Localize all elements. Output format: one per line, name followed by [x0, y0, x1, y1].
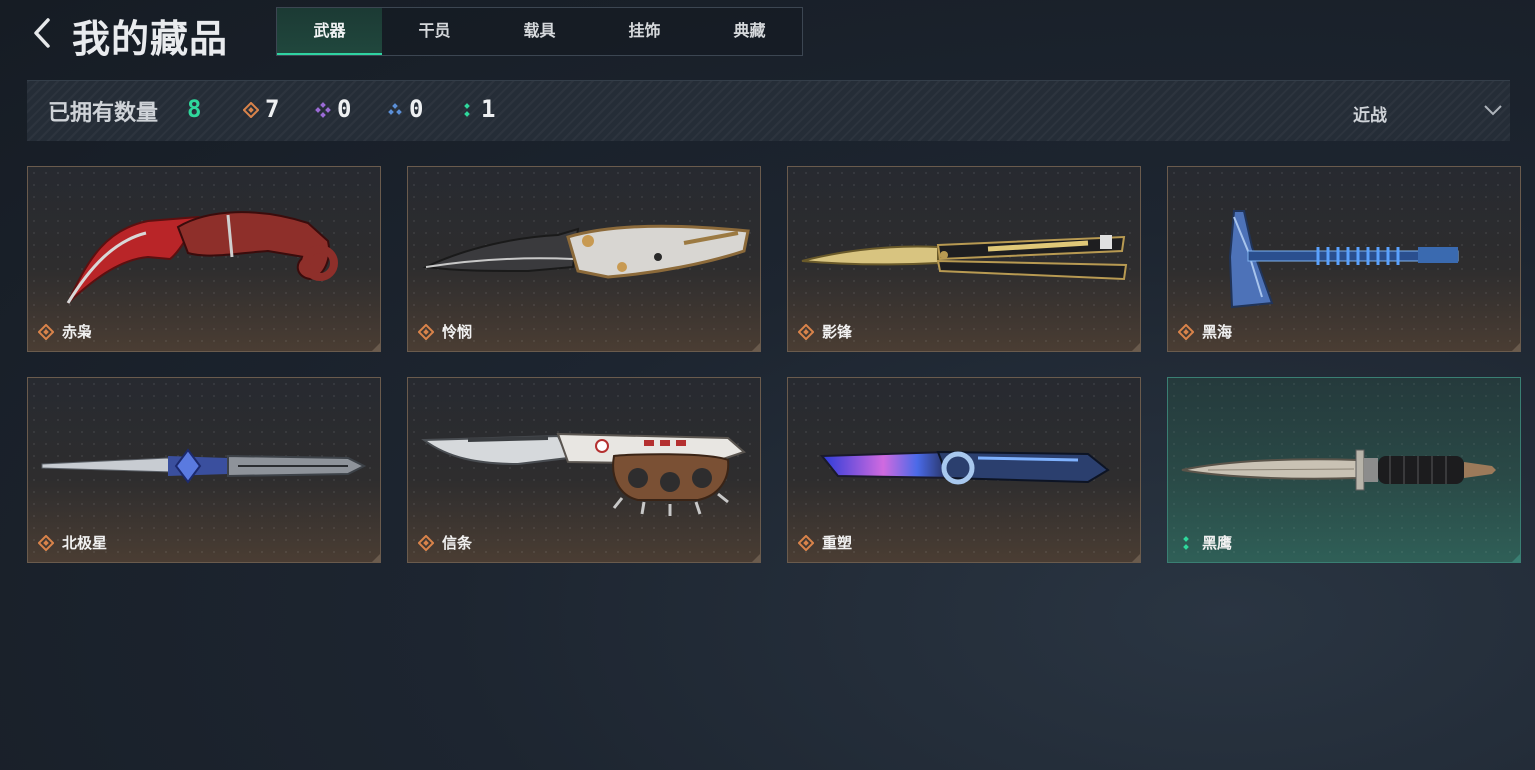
orange-diamond-icon — [418, 535, 434, 551]
page-title: 我的藏品 — [72, 19, 229, 61]
card-corner — [1132, 343, 1140, 351]
weapon-card[interactable]: 重塑 — [787, 377, 1141, 563]
weapon-card[interactable]: 信条 — [407, 377, 761, 563]
tab-operators[interactable]: 干员 — [382, 8, 487, 55]
card-corner — [372, 554, 380, 562]
rarity-count-value: 0 — [409, 95, 424, 123]
rarity-count-value: 1 — [481, 95, 496, 123]
weapon-type-filter[interactable]: 近战 — [1353, 101, 1387, 126]
card-corner — [372, 343, 380, 351]
orange-diamond-icon — [38, 535, 54, 551]
weapon-name: 赤枭 — [62, 324, 93, 341]
weapon-name: 重塑 — [822, 535, 853, 552]
card-corner — [1132, 554, 1140, 562]
blue-triangle-icon — [388, 103, 402, 115]
orange-diamond-icon — [38, 324, 54, 340]
weapon-card[interactable]: 北极星 — [27, 377, 381, 563]
chevron-down-icon[interactable] — [1483, 103, 1503, 117]
tab-charms[interactable]: 挂饰 — [592, 8, 697, 55]
weapon-card[interactable]: 赤枭 — [27, 166, 381, 352]
purple-diamond-icon — [315, 102, 331, 118]
weapon-card[interactable]: 影锋 — [787, 166, 1141, 352]
weapon-card[interactable]: 黑鹰 — [1167, 377, 1521, 563]
card-corner — [1512, 554, 1520, 562]
rarity-count-value: 0 — [337, 95, 352, 123]
orange-diamond-icon — [243, 102, 259, 118]
weapon-name: 信条 — [442, 535, 473, 552]
weapon-name: 黑鹰 — [1202, 535, 1233, 552]
weapon-name: 黑海 — [1202, 324, 1233, 341]
rarity-count-value: 7 — [265, 95, 280, 123]
orange-diamond-icon — [798, 324, 814, 340]
orange-diamond-icon — [1178, 324, 1194, 340]
green-dots-icon — [1183, 536, 1189, 550]
weapon-name: 怜悯 — [442, 324, 473, 341]
card-corner — [752, 343, 760, 351]
weapon-card[interactable]: 黑海 — [1167, 166, 1521, 352]
card-corner — [752, 554, 760, 562]
weapon-name: 影锋 — [822, 324, 853, 341]
owned-count-value: 8 — [187, 95, 202, 123]
orange-diamond-icon — [418, 324, 434, 340]
weapon-card[interactable]: 怜悯 — [407, 166, 761, 352]
weapon-name: 北极星 — [62, 535, 108, 552]
header: 我的藏品 武器 干员 载具 挂饰 典藏 — [0, 0, 1535, 64]
green-dots-icon — [464, 103, 470, 117]
summary-bar: 已拥有数量 8 7 0 0 1 近战 — [27, 80, 1510, 141]
card-corner — [1512, 343, 1520, 351]
tab-weapons[interactable]: 武器 — [277, 8, 382, 55]
tab-collection[interactable]: 典藏 — [697, 8, 802, 55]
category-tabs: 武器 干员 载具 挂饰 典藏 — [276, 7, 803, 56]
back-arrow-icon[interactable] — [30, 16, 54, 50]
tab-vehicles[interactable]: 载具 — [487, 8, 592, 55]
orange-diamond-icon — [798, 535, 814, 551]
owned-count-label: 已拥有数量 — [48, 100, 159, 125]
